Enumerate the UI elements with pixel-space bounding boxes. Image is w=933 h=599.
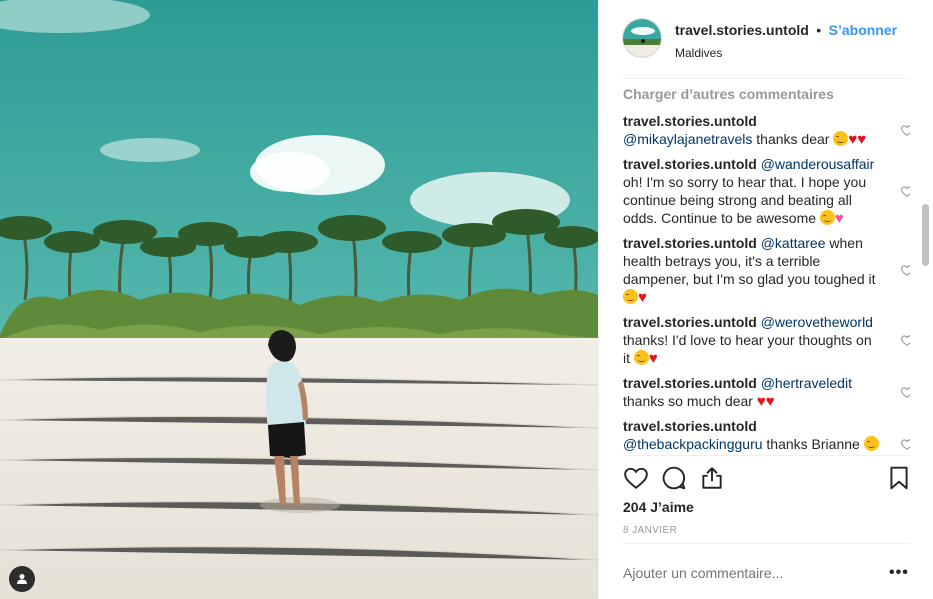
divider — [623, 455, 910, 456]
comment-username[interactable]: travel.stories.untold — [623, 314, 757, 330]
add-comment-input[interactable] — [623, 565, 843, 581]
post-side-panel: travel.stories.untold • S’abonner Maldiv… — [598, 0, 933, 599]
scroll-thumb[interactable] — [922, 204, 929, 266]
red-heart-emoji-icon: ♥ — [638, 289, 647, 306]
comment-username[interactable]: travel.stories.untold — [623, 156, 757, 172]
follow-button[interactable]: S’abonner — [829, 22, 897, 38]
beach-scene-image — [0, 0, 598, 599]
comment-bubble-icon — [662, 466, 686, 490]
comment-mention-link[interactable]: @wanderousaffair — [761, 156, 875, 172]
heart-outline-icon — [624, 467, 648, 489]
comment-mention-link[interactable]: @werovetheworld — [761, 314, 873, 330]
comment-item: travel.stories.untold @thebackpackinggur… — [623, 417, 910, 455]
red-heart-emoji-icon: ♥ — [765, 393, 775, 410]
location-link[interactable]: Maldives — [675, 46, 897, 60]
red-heart-emoji-icon: ♥ — [857, 131, 867, 148]
comment-mention-link[interactable]: @hertraveledit — [761, 375, 852, 391]
like-button[interactable] — [623, 465, 649, 491]
smile-emoji-icon — [819, 210, 835, 225]
bookmark-icon — [890, 466, 908, 490]
comment-item: travel.stories.untold @wanderousaffair o… — [623, 155, 910, 228]
comment-button[interactable] — [661, 465, 687, 491]
tagged-users-button[interactable] — [9, 566, 35, 592]
comment-like-heart-icon[interactable] — [900, 124, 910, 137]
header-username[interactable]: travel.stories.untold — [675, 22, 809, 38]
comment-username[interactable]: travel.stories.untold — [623, 375, 757, 391]
separator-dot: • — [816, 22, 822, 38]
smile-emoji-icon — [633, 350, 649, 365]
comment-like-heart-icon[interactable] — [900, 386, 910, 399]
comment-item: travel.stories.untold @werovetheworld th… — [623, 313, 910, 368]
avatar[interactable] — [622, 18, 662, 58]
person-icon — [17, 574, 27, 584]
share-upload-icon — [702, 467, 722, 489]
comment-username[interactable]: travel.stories.untold — [623, 235, 757, 251]
red-heart-emoji-icon: ♥ — [648, 350, 658, 367]
comment-text: thanks! I'd love to hear your thoughts o… — [623, 332, 872, 366]
comment-container: travel.stories.untold @mikaylajanetravel… — [623, 112, 910, 455]
load-more-comments-button[interactable]: Charger d’autres commentaires — [623, 86, 910, 102]
share-button[interactable] — [699, 465, 725, 491]
smile-emoji-icon — [623, 289, 638, 304]
comment-mention-link[interactable]: @thebackpackingguru — [623, 436, 763, 452]
comment-text: thanks Brianne — [762, 436, 864, 452]
save-button[interactable] — [886, 465, 912, 491]
comment-username[interactable]: travel.stories.untold — [623, 418, 757, 434]
comments-scrollbar[interactable] — [920, 80, 930, 455]
comment-mention-link[interactable]: @kattaree — [761, 235, 826, 251]
comment-mention-link[interactable]: @mikaylajanetravels — [623, 131, 752, 147]
sparkling-heart-emoji-icon: ♥ — [834, 210, 844, 227]
red-heart-emoji-icon: ♥ — [848, 131, 858, 148]
comment-item: travel.stories.untold @kattaree when hea… — [623, 234, 910, 307]
comment-like-heart-icon[interactable] — [900, 264, 910, 277]
post-header: travel.stories.untold • S’abonner Maldiv… — [599, 0, 933, 78]
comment-text: thanks so much dear — [623, 393, 757, 409]
post-photo[interactable] — [0, 0, 598, 599]
post-date[interactable]: 8 JANVIER — [623, 525, 677, 536]
comment-item: travel.stories.untold @mikaylajanetravel… — [623, 112, 910, 149]
divider — [623, 78, 910, 79]
comment-text: thanks dear — [752, 131, 834, 147]
smile-emoji-icon — [863, 436, 879, 451]
divider — [623, 543, 910, 544]
comment-like-heart-icon[interactable] — [900, 185, 910, 198]
comments-list[interactable]: Charger d’autres commentaires travel.sto… — [623, 80, 910, 455]
avatar-image — [623, 19, 661, 57]
comment-item: travel.stories.untold @hertraveledit tha… — [623, 374, 910, 411]
red-heart-emoji-icon: ♥ — [756, 393, 766, 410]
comment-like-heart-icon[interactable] — [900, 334, 910, 347]
more-options-button[interactable]: ••• — [889, 564, 909, 582]
header-names: travel.stories.untold • S’abonner Maldiv… — [675, 22, 897, 60]
comment-username[interactable]: travel.stories.untold — [623, 113, 757, 129]
smile-emoji-icon — [833, 131, 849, 146]
action-bar — [621, 465, 911, 493]
comment-like-heart-icon[interactable] — [900, 438, 910, 451]
likes-count[interactable]: 204 J’aime — [623, 499, 694, 515]
